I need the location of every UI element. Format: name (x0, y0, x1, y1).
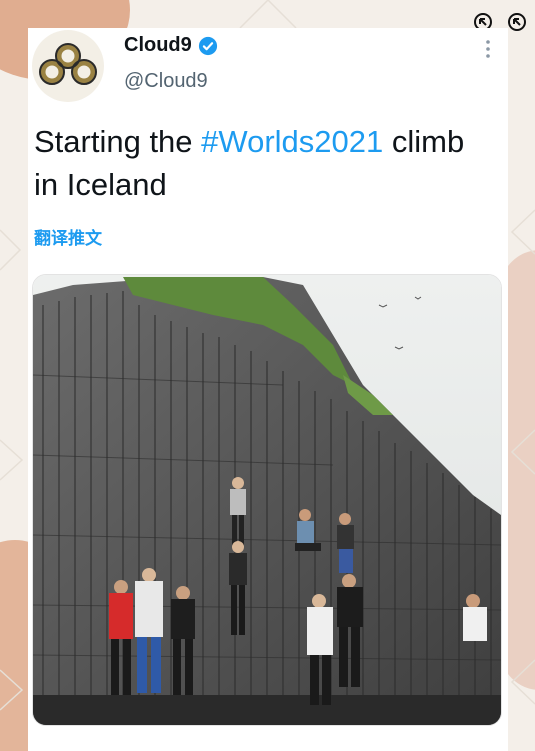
arrow-up-left-circle-icon[interactable] (507, 12, 527, 32)
tweet-photo[interactable] (32, 274, 502, 726)
translate-tweet-link[interactable]: 翻译推文 (34, 224, 102, 249)
cloud9-logo (39, 43, 97, 85)
tweet-header: Cloud9 @Cloud9 (28, 28, 508, 108)
user-handle[interactable]: @Cloud9 (124, 70, 208, 93)
tweet-text: Starting the #Worlds2021 climb in Icelan… (34, 120, 494, 206)
avatar[interactable] (32, 30, 104, 102)
name-row: Cloud9 (124, 34, 218, 57)
tweet-card: Cloud9 @Cloud9 Starting the #Worlds2021 … (28, 28, 508, 751)
tweet-text-start: Starting the (34, 124, 202, 159)
verified-badge-icon (198, 36, 217, 55)
more-options-icon[interactable] (482, 38, 494, 60)
iceland-basalt-photo (33, 275, 501, 725)
display-name[interactable]: Cloud9 (124, 34, 192, 57)
hashtag-link[interactable]: #Worlds2021 (201, 124, 383, 159)
